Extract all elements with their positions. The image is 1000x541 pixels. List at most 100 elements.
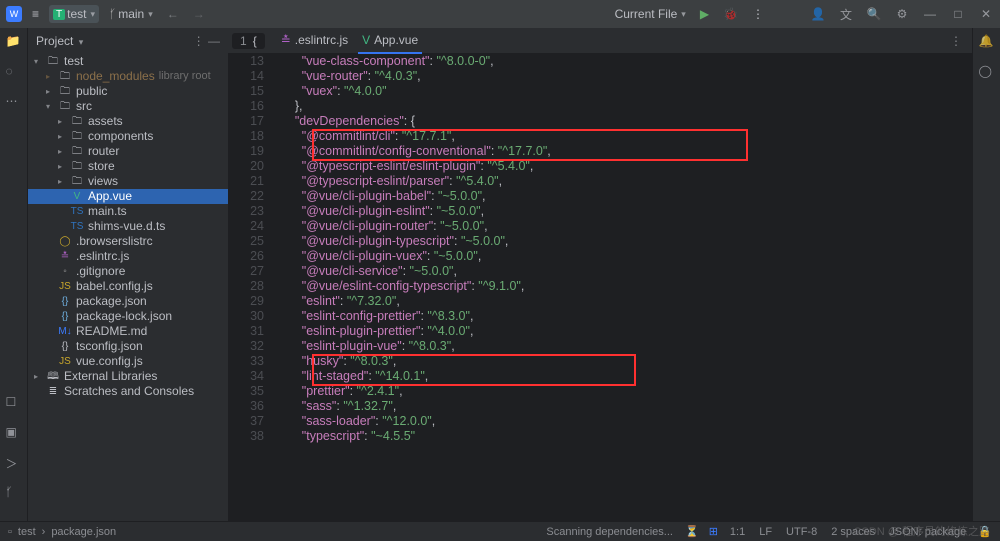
translate-icon[interactable]: 文 — [838, 6, 854, 22]
code-line[interactable]: "vuex": "^4.0.0" — [274, 84, 972, 99]
tree-node[interactable]: {}package-lock.json — [28, 309, 228, 324]
code-line[interactable]: "@vue/cli-plugin-router": "~5.0.0", — [274, 219, 972, 234]
crumb-brace: { — [253, 34, 257, 48]
tree-node[interactable]: ▸🗀assets — [28, 114, 228, 129]
code-line[interactable]: "@vue/cli-service": "~5.0.0", — [274, 264, 972, 279]
close-icon[interactable]: ✕ — [978, 6, 994, 22]
nav-back-icon[interactable]: ← — [163, 5, 183, 23]
tree-node[interactable]: ▾🗀src — [28, 99, 228, 114]
code-line[interactable]: "@vue/cli-plugin-babel": "~5.0.0", — [274, 189, 972, 204]
folder-icon: 🗀 — [58, 99, 72, 114]
nav-fwd-icon[interactable]: → — [189, 5, 209, 23]
code-lines[interactable]: "vue-class-component": "^8.0.0-0", "vue-… — [274, 54, 972, 521]
code-line[interactable]: "@commitlint/config-conventional": "^17.… — [274, 144, 972, 159]
code-line[interactable]: "@vue/cli-plugin-typescript": "~5.0.0", — [274, 234, 972, 249]
esl-icon: ≛ — [58, 249, 72, 264]
breadcrumb-item[interactable]: package.json — [51, 526, 116, 538]
code-line[interactable]: "@commitlint/cli": "^17.7.1", — [274, 129, 972, 144]
tree-node[interactable]: {}tsconfig.json — [28, 339, 228, 354]
tree-label: babel.config.js — [76, 279, 153, 294]
tree-node[interactable]: VApp.vue — [28, 189, 228, 204]
tree-node[interactable]: ▸🗀components — [28, 129, 228, 144]
md-icon: M↓ — [58, 324, 72, 339]
code-line[interactable]: "vue-router": "^4.0.3", — [274, 69, 972, 84]
tree-label: main.ts — [88, 204, 127, 219]
tree-node[interactable]: ▾🗀test — [28, 54, 228, 69]
code-line[interactable]: "vue-class-component": "^8.0.0-0", — [274, 54, 972, 69]
pkg-icon: {} — [58, 294, 72, 309]
more-icon[interactable]: ⋮ — [748, 5, 768, 23]
tree-node[interactable]: ◯.browserslistrc — [28, 234, 228, 249]
code-line[interactable]: "eslint": "^7.32.0", — [274, 294, 972, 309]
ai-assist-icon[interactable]: ◯ — [979, 64, 995, 80]
status-bar: ▫ test › package.json Scanning dependenc… — [0, 521, 1000, 541]
editor-tab[interactable]: ≛.eslintrc.js — [277, 28, 352, 54]
line-sep[interactable]: LF — [757, 526, 774, 538]
editor-tab[interactable]: VApp.vue — [358, 28, 422, 54]
code-line[interactable]: "prettier": "^2.4.1", — [274, 384, 972, 399]
pkg-icon: {} — [58, 309, 72, 324]
minimize-icon[interactable]: — — [922, 6, 938, 22]
code-line[interactable]: "@vue/eslint-config-typescript": "^9.1.0… — [274, 279, 972, 294]
code-line[interactable]: "@vue/cli-plugin-eslint": "~5.0.0", — [274, 204, 972, 219]
todo-tool-icon[interactable]: ☐ — [6, 395, 22, 411]
tree-label: shims-vue.d.ts — [88, 219, 165, 234]
vcs-tool-icon[interactable]: ᚶ — [6, 485, 22, 501]
tree-node[interactable]: TSmain.ts — [28, 204, 228, 219]
main-menu-icon[interactable]: ≡ — [28, 5, 43, 23]
tree-node[interactable]: ▸🕮External Libraries — [28, 369, 228, 384]
chevron-down-icon: ▾ — [681, 9, 686, 20]
tree-node[interactable]: ≣Scratches and Consoles — [28, 384, 228, 399]
tree-node[interactable]: M↓README.md — [28, 324, 228, 339]
problems-tool-icon[interactable]: ▣ — [6, 425, 22, 441]
tree-label: store — [88, 159, 115, 174]
tree-node[interactable]: TSshims-vue.d.ts — [28, 219, 228, 234]
code-line[interactable]: "eslint-plugin-vue": "^8.0.3", — [274, 339, 972, 354]
tree-node[interactable]: ▸🗀router — [28, 144, 228, 159]
code-line[interactable]: "sass-loader": "^12.0.0", — [274, 414, 972, 429]
code-line[interactable]: "typescript": "~4.5.5" — [274, 429, 972, 444]
tree-node[interactable]: ▸🗀node_moduleslibrary root — [28, 69, 228, 84]
settings-icon[interactable]: ⚙ — [894, 6, 910, 22]
search-icon[interactable]: 🔍 — [866, 6, 882, 22]
code-area[interactable]: 1314151617181920212223242526272829303132… — [228, 54, 972, 521]
notifications-icon[interactable]: 🔔 — [979, 34, 995, 50]
code-line[interactable]: "husky": "^8.0.3", — [274, 354, 972, 369]
tree-node[interactable]: ◦.gitignore — [28, 264, 228, 279]
tree-node[interactable]: ▸🗀public — [28, 84, 228, 99]
project-chip[interactable]: T test ▾ — [49, 5, 99, 23]
tabs-more-icon[interactable]: ⋮ — [950, 34, 968, 48]
code-line[interactable]: "lint-staged": "^14.0.1", — [274, 369, 972, 384]
code-line[interactable]: }, — [274, 99, 972, 114]
tree-node[interactable]: ▸🗀views — [28, 174, 228, 189]
code-line[interactable]: "@typescript-eslint/eslint-plugin": "^5.… — [274, 159, 972, 174]
tree-node[interactable]: {}package.json — [28, 294, 228, 309]
tree-node[interactable]: ▸🗀store — [28, 159, 228, 174]
code-line[interactable]: "sass": "^1.32.7", — [274, 399, 972, 414]
project-tree[interactable]: ▾🗀test▸🗀node_moduleslibrary root▸🗀public… — [28, 54, 228, 521]
code-line[interactable]: "devDependencies": { — [274, 114, 972, 129]
chevron-down-icon: ▾ — [148, 9, 153, 20]
code-with-me-icon[interactable]: 👤 — [810, 6, 826, 22]
maximize-icon[interactable]: □ — [950, 6, 966, 22]
terminal-tool-icon[interactable]: ＞ — [6, 455, 22, 471]
project-tool-icon[interactable]: 📁 — [6, 34, 22, 50]
code-line[interactable]: "eslint-plugin-prettier": "^4.0.0", — [274, 324, 972, 339]
code-line[interactable]: "@vue/cli-plugin-vuex": "~5.0.0", — [274, 249, 972, 264]
run-icon[interactable]: ▶ — [696, 5, 713, 23]
debug-icon[interactable]: 🐞 — [719, 5, 742, 23]
tree-node[interactable]: ≛.eslintrc.js — [28, 249, 228, 264]
structure-tool-icon[interactable]: ⋯ — [6, 94, 22, 110]
tree-arrow-icon: ▾ — [46, 99, 56, 114]
breadcrumb-item[interactable]: test — [18, 526, 36, 538]
tree-node[interactable]: JSbabel.config.js — [28, 279, 228, 294]
code-line[interactable]: "@typescript-eslint/parser": "^5.4.0", — [274, 174, 972, 189]
caret-pos[interactable]: 1:1 — [728, 526, 747, 538]
code-line[interactable]: "eslint-config-prettier": "^8.3.0", — [274, 309, 972, 324]
run-config-selector[interactable]: Current File ▾ — [611, 5, 690, 23]
vcs-branch-chip[interactable]: ᚶ main ▾ — [105, 5, 157, 23]
tree-node[interactable]: JSvue.config.js — [28, 354, 228, 369]
commit-tool-icon[interactable]: ◌ — [6, 64, 22, 80]
encoding[interactable]: UTF-8 — [784, 526, 819, 538]
ext-icon: 🕮 — [46, 369, 60, 384]
